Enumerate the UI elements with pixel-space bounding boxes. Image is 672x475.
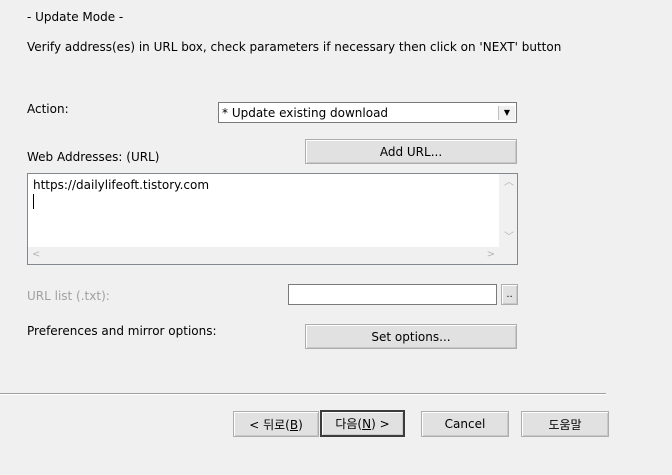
chevron-down-icon[interactable]: ﹀ bbox=[504, 233, 514, 243]
vertical-scrollbar[interactable]: ︿ ﹀ bbox=[499, 174, 517, 247]
add-url-button[interactable]: Add URL... bbox=[305, 139, 517, 164]
footer-separator bbox=[0, 393, 606, 395]
instructions-text: Verify address(es) in URL box, check par… bbox=[27, 40, 562, 54]
web-addresses-label: Web Addresses: (URL) bbox=[27, 150, 160, 164]
text-caret bbox=[33, 194, 34, 209]
preferences-label: Preferences and mirror options: bbox=[27, 324, 217, 338]
url-list-browse-button[interactable]: .. bbox=[501, 284, 518, 305]
back-button-label: < 뒤로(B) bbox=[249, 417, 303, 432]
back-button[interactable]: < 뒤로(B) bbox=[233, 411, 319, 437]
browse-button-label: .. bbox=[506, 289, 513, 300]
url-textarea[interactable]: https://dailylifeoft.tistory.com ︿ ﹀ < > bbox=[27, 173, 518, 265]
action-label: Action: bbox=[27, 102, 69, 116]
set-options-button-label: Set options... bbox=[371, 329, 451, 344]
chevron-left-icon[interactable]: < bbox=[32, 250, 40, 260]
url-textarea-line: https://dailylifeoft.tistory.com bbox=[33, 178, 210, 192]
next-button-label: 다음(N) > bbox=[335, 417, 390, 431]
url-list-label: URL list (.txt): bbox=[27, 289, 110, 303]
triangle-down-icon[interactable]: ▼ bbox=[498, 105, 515, 120]
url-list-input[interactable] bbox=[288, 284, 497, 305]
next-button[interactable]: 다음(N) > bbox=[320, 410, 405, 437]
help-button[interactable]: 도움말 bbox=[521, 411, 609, 437]
chevron-right-icon[interactable]: > bbox=[487, 250, 495, 260]
action-selected-value: * Update existing download bbox=[222, 105, 389, 120]
set-options-button[interactable]: Set options... bbox=[305, 324, 517, 349]
chevron-up-icon[interactable]: ︿ bbox=[504, 178, 514, 188]
action-select[interactable]: * Update existing download ▼ bbox=[218, 102, 517, 123]
cancel-button[interactable]: Cancel bbox=[421, 411, 509, 437]
help-button-label: 도움말 bbox=[548, 417, 582, 432]
add-url-button-label: Add URL... bbox=[379, 144, 443, 159]
cancel-button-label: Cancel bbox=[444, 417, 486, 431]
horizontal-scrollbar[interactable]: < > bbox=[28, 247, 517, 264]
mode-title: - Update Mode - bbox=[27, 10, 124, 24]
